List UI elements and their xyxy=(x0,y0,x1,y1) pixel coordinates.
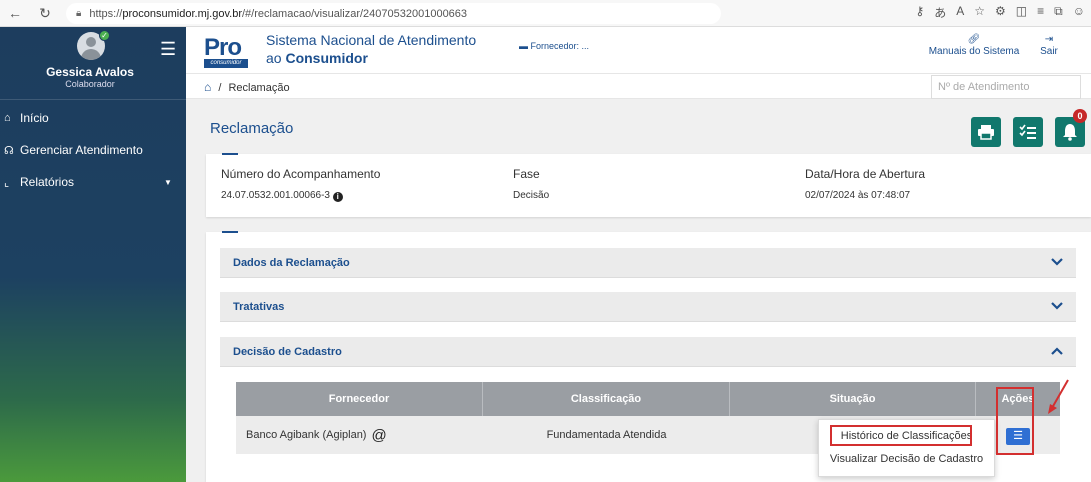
numero-label: Número do Acompanhamento xyxy=(221,167,381,181)
extensions-icon[interactable]: ⚙ xyxy=(995,4,1006,21)
fornecedor-info: ▬ Fornecedor: ... xyxy=(519,41,589,51)
profile-icon[interactable]: ☺ xyxy=(1073,4,1085,21)
cell-classificacao: Fundamentada Atendida xyxy=(546,429,667,441)
column-header-classificacao[interactable]: Classificação xyxy=(483,382,730,416)
column-header-fornecedor[interactable]: Fornecedor xyxy=(236,382,483,416)
system-title-line1: Sistema Nacional de Atendimento xyxy=(266,32,477,48)
key-icon[interactable]: ⚷ xyxy=(915,4,924,21)
sidebar-item-label: Início xyxy=(20,111,49,125)
fase-label: Fase xyxy=(513,167,540,181)
address-bar[interactable]: 🔒︎ https:// proconsumidor.mj.gov.br /#/r… xyxy=(66,3,721,24)
user-role: Colaborador xyxy=(65,79,115,89)
menu-item-visualizar-decisao[interactable]: Visualizar Decisão de Cadastro xyxy=(819,453,994,465)
card-accent xyxy=(222,231,238,233)
menu-toggle-icon[interactable]: ☰ xyxy=(160,39,176,60)
page-title: Reclamação xyxy=(210,120,294,137)
fase-value: Decisão xyxy=(513,190,550,201)
sidebar-item-inicio[interactable]: ⌂ Início xyxy=(0,102,186,134)
user-name: Gessica Avalos xyxy=(46,65,134,79)
user-profile: ✓ Gessica Avalos Colaborador ☰ xyxy=(0,27,186,100)
section-decisao-cadastro[interactable]: Decisão de Cadastro xyxy=(220,337,1076,367)
fornecedor-label: Fornecedor: ... xyxy=(530,41,590,51)
breadcrumb-current: Reclamação xyxy=(228,82,290,94)
section-title: Tratativas xyxy=(233,301,285,313)
manuais-link[interactable]: 🔗︎ Manuais do Sistema xyxy=(924,34,1024,57)
browser-toolbar: ← ↻ 🔒︎ https:// proconsumidor.mj.gov.br … xyxy=(0,0,1091,27)
sidebar-item-relatorios[interactable]: ⌞ Relatórios ▼ xyxy=(0,166,186,198)
sidebar-item-label: Gerenciar Atendimento xyxy=(20,143,143,157)
home-icon: ⌂ xyxy=(4,112,11,124)
briefcase-icon: ▬ xyxy=(519,41,528,51)
highlight-box-historico xyxy=(830,425,972,446)
breadcrumb-separator: / xyxy=(218,82,222,94)
headset-icon: ☊ xyxy=(4,144,14,157)
translate-icon[interactable]: あ xyxy=(934,4,946,21)
system-title-prefix: ao xyxy=(266,50,282,66)
url-path: /#/reclamacao/visualizar/240705320010006… xyxy=(241,7,468,20)
checklist-button[interactable] xyxy=(1013,117,1043,147)
section-tratativas[interactable]: Tratativas xyxy=(220,292,1076,322)
atendimento-search-input[interactable] xyxy=(931,75,1081,99)
procon-logo[interactable]: Pro consumidor xyxy=(204,34,250,68)
cell-fornecedor: Banco Agibank (Agiplan) @ xyxy=(236,416,483,454)
printer-icon xyxy=(978,125,994,140)
chart-icon: ⌞ xyxy=(4,176,10,189)
print-button[interactable] xyxy=(971,117,1001,147)
split-icon[interactable]: ◫ xyxy=(1016,4,1027,21)
breadcrumb-bar: ⌂ / Reclamação xyxy=(186,73,1091,99)
annotation-arrow xyxy=(1048,379,1069,414)
home-icon[interactable]: ⌂ xyxy=(204,80,211,94)
fornecedor-name: Banco Agibank (Agiplan) xyxy=(246,429,367,441)
section-title: Dados da Reclamação xyxy=(233,257,350,269)
breadcrumb: ⌂ / Reclamação xyxy=(204,80,290,94)
collections-icon[interactable]: ⧉ xyxy=(1054,4,1063,21)
logout-icon: ⇥ xyxy=(1044,34,1054,45)
info-icon[interactable]: i xyxy=(332,192,343,202)
favorites-icon[interactable]: ≡ xyxy=(1037,4,1044,21)
card-accent xyxy=(222,153,238,155)
numero-value-text: 24.07.0532.001.00066-3 xyxy=(221,190,330,201)
numero-value: 24.07.0532.001.00066-3 i xyxy=(221,190,343,202)
top-header: Pro consumidor Sistema Nacional de Atend… xyxy=(186,27,1091,73)
column-header-situacao[interactable]: Situação xyxy=(730,382,976,416)
logout-label: Sair xyxy=(1040,46,1058,57)
sidebar-item-label: Relatórios xyxy=(20,175,75,189)
url-domain: proconsumidor.mj.gov.br xyxy=(122,7,242,20)
chevron-down-icon xyxy=(1051,258,1063,266)
sidebar-nav: ⌂ Início ☊ Gerenciar Atendimento ⌞ Relat… xyxy=(0,102,186,198)
read-aloud-icon[interactable]: A xyxy=(956,4,964,21)
chevron-up-icon xyxy=(1051,347,1063,355)
data-label: Data/Hora de Abertura xyxy=(805,167,926,181)
favorite-icon[interactable]: ☆ xyxy=(974,4,985,21)
logo-text: Pro xyxy=(204,34,242,61)
back-icon[interactable]: ← xyxy=(4,5,26,21)
highlight-box-acoes xyxy=(996,387,1034,455)
browser-actions: ⚷ あ A ☆ ⚙ ◫ ≡ ⧉ ☺ xyxy=(915,4,1085,21)
sidebar: ✓ Gessica Avalos Colaborador ☰ ⌂ Início … xyxy=(0,27,186,482)
caret-down-icon: ▼ xyxy=(164,177,172,187)
bell-icon xyxy=(1063,124,1077,141)
data-value: 02/07/2024 às 07:48:07 xyxy=(805,190,911,201)
online-status-icon: ✓ xyxy=(99,30,110,41)
section-title: Decisão de Cadastro xyxy=(233,346,342,358)
checklist-icon xyxy=(1019,124,1036,139)
lock-icon: 🔒︎ xyxy=(76,8,82,19)
system-title-line2: ao Consumidor xyxy=(266,50,368,66)
link-icon: 🔗︎ xyxy=(967,34,981,45)
logo-subtext: consumidor xyxy=(204,59,248,68)
table-header: Fornecedor Classificação Situação Ações xyxy=(236,382,1060,416)
section-dados-reclamacao[interactable]: Dados da Reclamação xyxy=(220,248,1076,278)
refresh-icon[interactable]: ↻ xyxy=(34,5,56,22)
logout-link[interactable]: ⇥ Sair xyxy=(1034,34,1064,57)
chevron-down-icon xyxy=(1051,302,1063,310)
notification-badge: 0 xyxy=(1073,109,1087,123)
system-title-bold: Consumidor xyxy=(285,50,368,66)
manuais-label: Manuais do Sistema xyxy=(928,46,1020,57)
summary-card: Número do Acompanhamento 24.07.0532.001.… xyxy=(206,153,1091,217)
url-prefix: https:// xyxy=(89,7,123,20)
at-icon[interactable]: @ xyxy=(371,427,386,444)
sidebar-item-gerenciar-atendimento[interactable]: ☊ Gerenciar Atendimento xyxy=(0,134,186,166)
